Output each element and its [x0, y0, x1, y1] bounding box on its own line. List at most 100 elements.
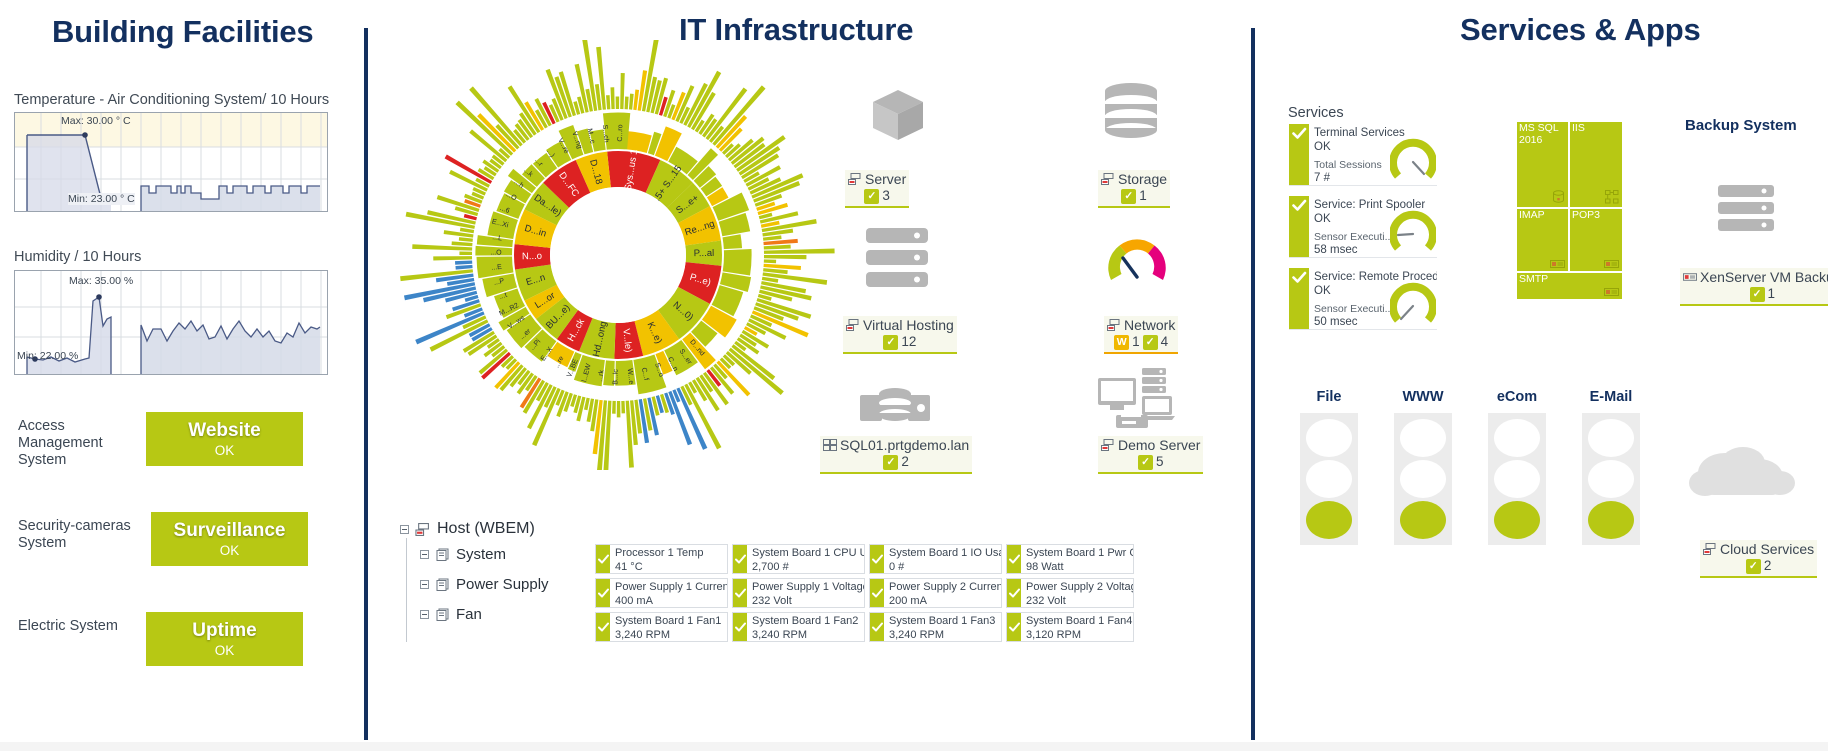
- traffic-lamp-yellow: [1400, 460, 1446, 498]
- sunburst-sensor-ray[interactable]: [452, 241, 473, 246]
- treemap-cell-smtp[interactable]: SMTP: [1517, 273, 1622, 299]
- sunburst-sensor-ray[interactable]: [616, 96, 620, 109]
- sensor-card[interactable]: Processor 1 Temp41 °C: [595, 544, 728, 574]
- device-badge-server-title: Server: [848, 171, 906, 187]
- check-icon: [872, 622, 883, 632]
- service-card-print-spooler[interactable]: Service: Print Spooler OK Sensor Executi…: [1289, 196, 1437, 258]
- sensor-card[interactable]: System Board 1 CPU Usage2,700 #: [732, 544, 865, 574]
- traffic-lamp-red: [1306, 419, 1352, 457]
- humidity-chart[interactable]: Max: 35.00 % Min: 22.00 %: [14, 270, 328, 375]
- sensor-card[interactable]: System Board 1 Pwr Consumpti...98 Watt: [1006, 544, 1134, 574]
- sensor-name: System Board 1 IO Usage: [889, 546, 997, 560]
- sunburst-sensor-ray[interactable]: [764, 259, 776, 263]
- device-badge-storage-counts: ✓ 1: [1101, 188, 1167, 204]
- tree-expander-icon[interactable]: [420, 580, 429, 589]
- dashboard-root: Building Facilities IT Infrastructure Se…: [0, 0, 1828, 751]
- sunburst-sensor-ray[interactable]: [764, 249, 835, 254]
- sensor-card[interactable]: System Board 1 Fan13,240 RPM: [595, 612, 728, 642]
- sensor-card[interactable]: System Board 1 Fan33,240 RPM: [869, 612, 1002, 642]
- sensor-card[interactable]: System Board 1 IO Usage0 #: [869, 544, 1002, 574]
- sensor-value: 400 mA: [615, 594, 723, 607]
- sunburst-device-segment[interactable]: [723, 234, 743, 249]
- treemap-cell-ms-sql-2016[interactable]: MS SQL 2016: [1517, 122, 1568, 207]
- device-badge-virtual-hosting-title: Virtual Hosting: [846, 317, 954, 333]
- traffic-light-email[interactable]: E-Mail: [1582, 389, 1640, 545]
- sunburst-sensor-map[interactable]: Sys...us 1..5+ S...15S...e+Re...ngP...al…: [398, 40, 838, 470]
- traffic-light-www[interactable]: WWW: [1394, 389, 1452, 545]
- sensor-card[interactable]: Power Supply 2 Current 2200 mA: [869, 578, 1002, 608]
- sunburst-sensor-ray[interactable]: [455, 265, 472, 270]
- traffic-light-ecom[interactable]: eCom: [1488, 389, 1546, 545]
- service-card-remote-procedure[interactable]: Service: Remote Procedu... OK Sensor Exe…: [1289, 268, 1437, 330]
- sensor-value: 0 #: [889, 560, 997, 573]
- device-badge-network[interactable]: Network W 1 ✓ 4: [1104, 316, 1178, 354]
- check-icon: [1292, 199, 1307, 212]
- panel-divider-right: [1251, 28, 1255, 740]
- sensor-card[interactable]: System Board 1 Fan23,240 RPM: [732, 612, 865, 642]
- status-count-ok: 2: [1764, 558, 1772, 574]
- device-badge-xenserver-counts: ✓ 1: [1683, 286, 1828, 302]
- panel-divider-left: [364, 28, 368, 740]
- sunburst-sensor-ray[interactable]: [625, 97, 629, 110]
- sunburst-sensor-ray[interactable]: [433, 256, 472, 260]
- cloud-icon: [1683, 445, 1801, 514]
- status-tile-website[interactable]: Website OK: [146, 412, 303, 466]
- tree-row-system[interactable]: System: [420, 546, 506, 563]
- sunburst-sensor-ray[interactable]: [455, 260, 472, 264]
- sensor-card[interactable]: Power Supply 2 Voltage 2232 Volt: [1006, 578, 1134, 608]
- device-badge-demo-server-title: Demo Server: [1101, 437, 1200, 453]
- temperature-max-label: Max: 30.00 ° C: [61, 115, 131, 127]
- tree-row-power-supply[interactable]: Power Supply: [420, 576, 549, 593]
- device-badge-server[interactable]: Server ✓ 3: [845, 170, 909, 208]
- tree-expander-icon[interactable]: [420, 610, 429, 619]
- sunburst-sensor-ray[interactable]: [683, 83, 708, 126]
- sunburst-sensor-ray[interactable]: [629, 94, 634, 110]
- sunburst-sensor-ray[interactable]: [459, 237, 473, 242]
- sunburst-sensor-ray[interactable]: [612, 401, 616, 414]
- traffic-light-file[interactable]: File: [1300, 389, 1358, 545]
- tree-row-host[interactable]: Host (WBEM): [400, 520, 535, 538]
- tree-expander-icon[interactable]: [400, 525, 409, 534]
- temperature-min-label: Min: 23.00 ° C: [68, 193, 135, 205]
- device-badge-xenserver-vm-backup[interactable]: XenServer VM Backup ✓ 1: [1680, 268, 1828, 306]
- application-treemap[interactable]: MS SQL 2016 IIS IMAP: [1517, 122, 1622, 299]
- sunburst-sensor-ray[interactable]: [764, 255, 806, 259]
- treemap-cell-pop3[interactable]: POP3: [1570, 209, 1622, 271]
- sunburst-sensor-ray[interactable]: [459, 251, 472, 255]
- sunburst-sensor-ray[interactable]: [621, 401, 625, 414]
- temperature-chart[interactable]: Max: 30.00 ° C Min: 23.00 ° C: [14, 112, 328, 212]
- sensor-name: System Board 1 Fan4: [1026, 614, 1129, 628]
- sensor-status-bar: [870, 579, 884, 607]
- sunburst-sensor-ray[interactable]: [763, 235, 782, 240]
- sensor-card[interactable]: System Board 1 Fan43,120 RPM: [1006, 612, 1134, 642]
- device-badge-xenserver-title: XenServer VM Backup: [1683, 269, 1828, 285]
- tree-row-fan[interactable]: Fan: [420, 606, 482, 623]
- device-badge-demo-server[interactable]: Demo Server ✓ 5: [1098, 436, 1203, 474]
- tree-expander-icon[interactable]: [420, 550, 429, 559]
- sensor-card[interactable]: Power Supply 1 Voltage 1232 Volt: [732, 578, 865, 608]
- device-badge-sql01[interactable]: SQL01.prtgdemo.lan ✓ 2: [820, 436, 972, 474]
- device-badge-storage[interactable]: Storage ✓ 1: [1098, 170, 1170, 208]
- device-badge-cloud-services[interactable]: Cloud Services ✓ 2: [1700, 540, 1817, 578]
- sensor-card[interactable]: Power Supply 1 Current 1400 mA: [595, 578, 728, 608]
- page-bottom-strip: [0, 742, 1828, 751]
- treemap-cell-iis[interactable]: IIS: [1570, 122, 1622, 207]
- sunburst-device-segment[interactable]: [723, 249, 752, 276]
- sunburst-segment-label: B...lc: [612, 369, 619, 385]
- sunburst-sensor-ray[interactable]: [606, 95, 610, 109]
- sunburst-sensor-ray[interactable]: [610, 87, 614, 109]
- sunburst-sensor-ray[interactable]: [617, 401, 621, 417]
- sunburst-sensor-ray[interactable]: [729, 348, 784, 395]
- status-tile-uptime[interactable]: Uptime OK: [146, 612, 303, 666]
- sensor-value: 2,700 #: [752, 560, 860, 573]
- check-icon: [735, 622, 746, 632]
- device-badge-virtual-hosting[interactable]: Virtual Hosting ✓ 12: [843, 316, 957, 354]
- service-card-terminal-services[interactable]: Terminal Services OK Total Sessions 7 #: [1289, 124, 1437, 186]
- status-tile-surveillance[interactable]: Surveillance OK: [151, 512, 308, 566]
- sunburst-sensor-ray[interactable]: [764, 245, 791, 250]
- status-count-ok: 4: [1161, 334, 1169, 350]
- sunburst-sensor-ray[interactable]: [687, 71, 721, 128]
- treemap-cell-imap[interactable]: IMAP: [1517, 209, 1568, 271]
- sunburst-sensor-ray[interactable]: [620, 73, 625, 109]
- sensor-status-bar: [596, 579, 610, 607]
